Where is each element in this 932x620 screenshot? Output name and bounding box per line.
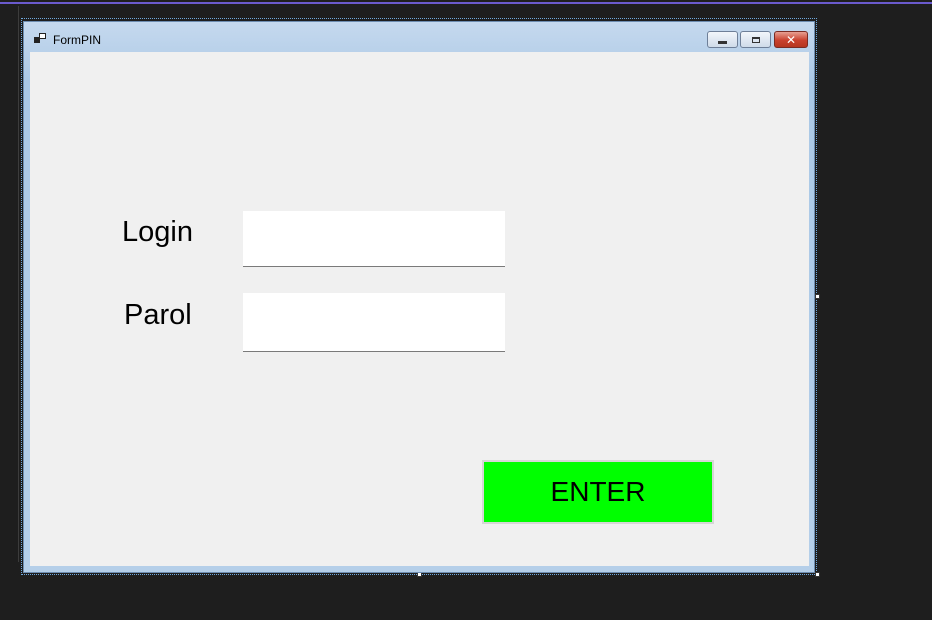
minimize-button[interactable]: [707, 31, 738, 48]
editor-guide-line: [18, 6, 19, 562]
minimize-icon: [718, 40, 727, 44]
resize-handle-corner[interactable]: [815, 572, 820, 577]
login-input[interactable]: [243, 211, 505, 267]
editor-top-accent-bar: [0, 0, 932, 4]
resize-handle-right[interactable]: [815, 294, 820, 299]
form-client-area: Login Parol ENTER: [30, 52, 809, 566]
parol-input[interactable]: [243, 293, 505, 352]
close-icon: ✕: [785, 32, 797, 47]
form-window: FormPIN ✕ Login Parol ENTER: [23, 21, 815, 573]
window-title: FormPIN: [53, 33, 101, 47]
maximize-button[interactable]: [740, 31, 771, 48]
maximize-icon: [751, 36, 760, 43]
login-label: Login: [122, 216, 193, 248]
enter-button[interactable]: ENTER: [482, 460, 714, 524]
parol-label: Parol: [124, 299, 192, 331]
close-button[interactable]: ✕: [774, 31, 808, 48]
form-icon: [34, 33, 47, 44]
title-bar[interactable]: FormPIN ✕: [24, 22, 814, 52]
